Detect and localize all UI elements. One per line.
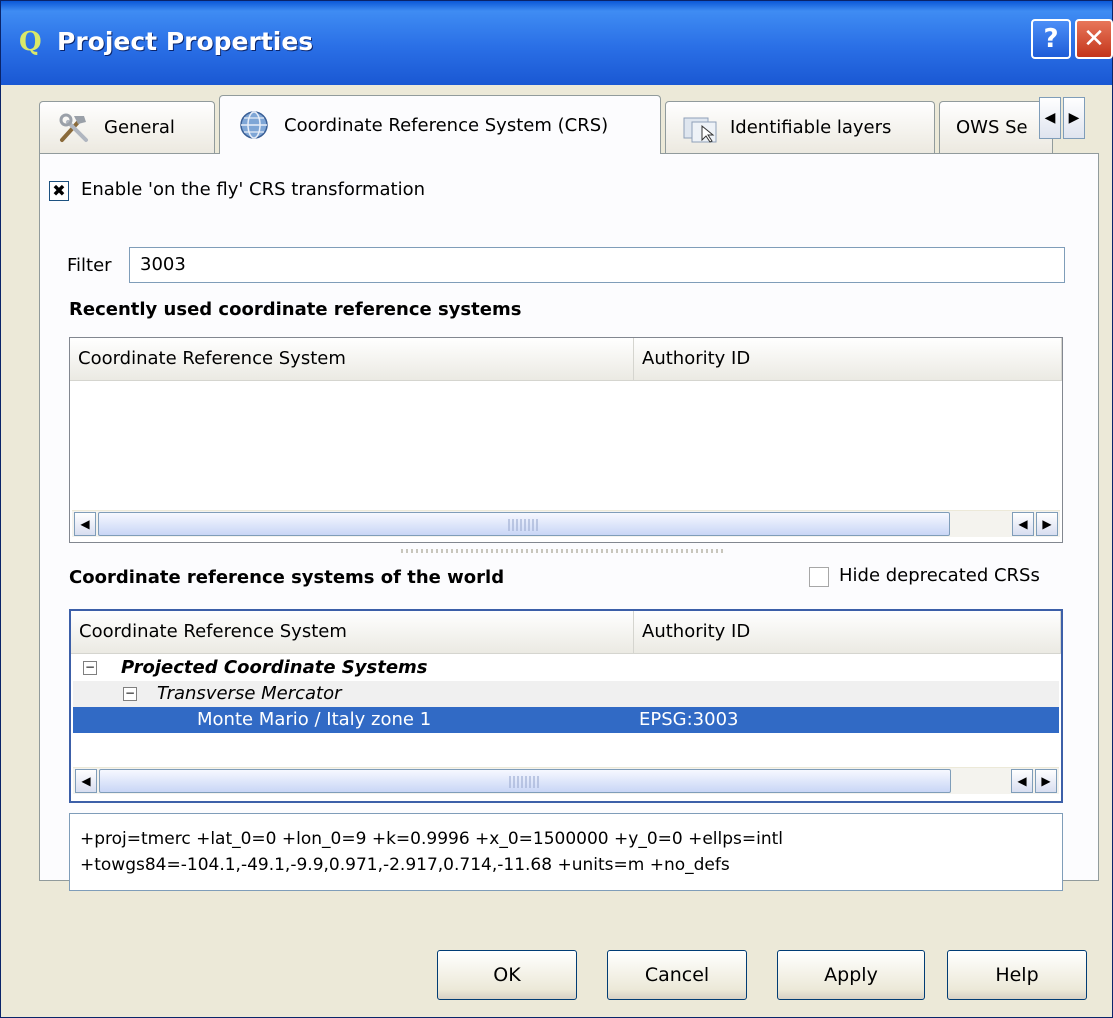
globe-icon bbox=[240, 111, 268, 139]
tree-item-monte-mario-italy-zone-1[interactable]: Monte Mario / Italy zone 1 EPSG:3003 bbox=[73, 707, 1059, 733]
proj4-line-1: +proj=tmerc +lat_0=0 +lon_0=9 +k=0.9996 … bbox=[80, 829, 784, 849]
recent-table-hscrollbar[interactable]: ◀ ◀ ▶ bbox=[72, 510, 1060, 537]
column-header-authority-id[interactable]: Authority ID bbox=[634, 338, 1062, 380]
help-button[interactable]: Help bbox=[947, 950, 1087, 1000]
world-crs-tree[interactable]: Coordinate Reference System Authority ID… bbox=[69, 609, 1063, 803]
title-bar[interactable]: Q Project Properties ? ✕ bbox=[1, 1, 1113, 85]
tree-item-projected-coordinate-systems[interactable]: − Projected Coordinate Systems bbox=[73, 655, 1059, 681]
hide-deprecated-label: Hide deprecated CRSs bbox=[839, 565, 1040, 586]
scrollbar-thumb[interactable] bbox=[99, 769, 951, 793]
enable-otf-checkbox[interactable]: ✖ bbox=[49, 181, 69, 201]
project-properties-dialog: Q Project Properties ? ✕ General Coordin… bbox=[0, 0, 1113, 1018]
grip-icon bbox=[508, 519, 540, 531]
scroll-right-button[interactable]: ▶ bbox=[1035, 769, 1057, 793]
apply-button[interactable]: Apply bbox=[777, 950, 925, 1000]
identify-layers-icon bbox=[683, 117, 717, 143]
cancel-button[interactable]: Cancel bbox=[607, 950, 747, 1000]
tree-item-authority-id: EPSG:3003 bbox=[639, 709, 739, 730]
column-header-crs[interactable]: Coordinate Reference System bbox=[71, 611, 634, 653]
tab-scroll-right-button[interactable]: ▶ bbox=[1063, 97, 1085, 139]
tree-item-transverse-mercator[interactable]: − Transverse Mercator bbox=[73, 681, 1059, 707]
world-tree-header: Coordinate Reference System Authority ID bbox=[71, 611, 1061, 654]
tab-identifiable-layers-label: Identifiable layers bbox=[730, 117, 892, 138]
tab-identifiable-layers[interactable]: Identifiable layers bbox=[665, 101, 935, 153]
scroll-left-button[interactable]: ◀ bbox=[74, 512, 96, 536]
filter-label: Filter bbox=[67, 255, 112, 276]
column-header-authority-id[interactable]: Authority ID bbox=[634, 611, 1061, 653]
scroll-left-button-end[interactable]: ◀ bbox=[1011, 769, 1033, 793]
tab-ows-label: OWS Se bbox=[956, 117, 1028, 138]
tree-item-label: Transverse Mercator bbox=[157, 683, 342, 704]
splitter-handle[interactable] bbox=[401, 549, 723, 553]
proj4-line-2: +towgs84=-104.1,-49.1,-9.9,0.971,-2.917,… bbox=[80, 855, 730, 875]
close-button[interactable]: ✕ bbox=[1075, 19, 1113, 59]
scrollbar-thumb[interactable] bbox=[98, 512, 950, 536]
recent-crs-heading: Recently used coordinate reference syste… bbox=[69, 299, 522, 320]
tab-bar: General Coordinate Reference System (CRS… bbox=[39, 91, 1099, 154]
window-title: Project Properties bbox=[57, 27, 314, 56]
tree-item-label: Monte Mario / Italy zone 1 bbox=[197, 709, 432, 730]
hammer-wrench-icon bbox=[59, 113, 88, 142]
tab-scroll-left-button[interactable]: ◀ bbox=[1039, 97, 1061, 139]
scroll-left-button-end[interactable]: ◀ bbox=[1012, 512, 1034, 536]
tab-ows-server[interactable]: OWS Se bbox=[939, 101, 1053, 153]
tab-general-label: General bbox=[104, 117, 175, 138]
recent-table-header: Coordinate Reference System Authority ID bbox=[70, 338, 1062, 381]
collapse-icon[interactable]: − bbox=[123, 687, 137, 701]
grip-icon bbox=[509, 776, 541, 788]
enable-otf-label: Enable 'on the fly' CRS transformation bbox=[81, 179, 426, 200]
scroll-left-button[interactable]: ◀ bbox=[75, 769, 97, 793]
help-title-button[interactable]: ? bbox=[1031, 19, 1071, 59]
collapse-icon[interactable]: − bbox=[83, 661, 97, 675]
filter-input[interactable]: 3003 bbox=[129, 247, 1065, 283]
scroll-right-button[interactable]: ▶ bbox=[1036, 512, 1058, 536]
tab-general[interactable]: General bbox=[39, 101, 215, 153]
tab-crs[interactable]: Coordinate Reference System (CRS) bbox=[219, 95, 661, 154]
column-header-crs[interactable]: Coordinate Reference System bbox=[70, 338, 634, 380]
recent-crs-table[interactable]: Coordinate Reference System Authority ID… bbox=[69, 337, 1063, 543]
proj4-definition-box: +proj=tmerc +lat_0=0 +lon_0=9 +k=0.9996 … bbox=[69, 813, 1063, 891]
world-tree-hscrollbar[interactable]: ◀ ◀ ▶ bbox=[73, 767, 1059, 794]
ok-button[interactable]: OK bbox=[437, 950, 577, 1000]
qgis-logo-icon: Q bbox=[19, 27, 42, 57]
tab-crs-label: Coordinate Reference System (CRS) bbox=[284, 114, 609, 136]
tree-item-label: Projected Coordinate Systems bbox=[121, 657, 428, 678]
hide-deprecated-checkbox[interactable] bbox=[809, 567, 829, 587]
world-crs-heading: Coordinate reference systems of the worl… bbox=[69, 567, 505, 588]
